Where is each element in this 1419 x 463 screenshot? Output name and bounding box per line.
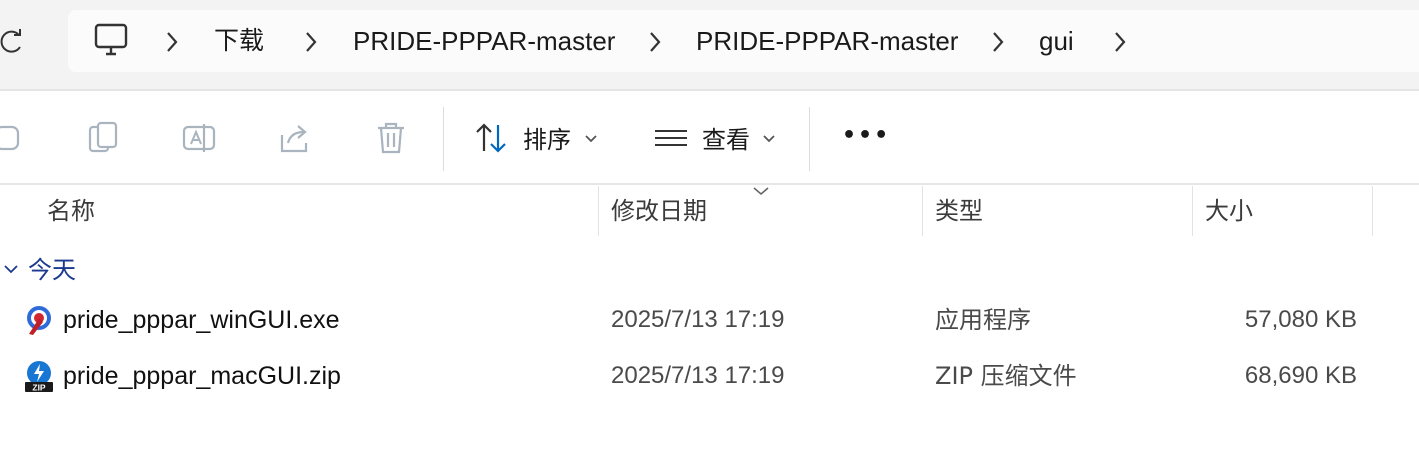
more-options-button[interactable]: ••• [842, 120, 890, 152]
sort-icon[interactable] [474, 121, 508, 155]
column-header-name[interactable]: 名称 [47, 194, 95, 228]
column-divider[interactable] [1372, 186, 1373, 236]
sort-indicator-icon [753, 187, 769, 196]
file-date: 2025/7/13 17:19 [611, 306, 785, 333]
breadcrumb-chevron-icon[interactable] [164, 31, 180, 53]
file-name[interactable]: pride_pppar_winGUI.exe [63, 302, 340, 338]
rename-icon[interactable] [182, 121, 216, 155]
column-header-type[interactable]: 类型 [935, 194, 983, 228]
toolbar-divider [0, 183, 1419, 185]
file-size: 57,080 KB [1244, 306, 1357, 333]
exe-app-icon [27, 306, 51, 335]
column-header-date[interactable]: 修改日期 [611, 194, 707, 228]
file-row[interactable]: ZIP pride_pppar_macGUI.zip 2025/7/13 17:… [0, 352, 1419, 406]
zip-archive-icon: ZIP [25, 361, 53, 393]
column-divider[interactable] [922, 186, 923, 236]
copy-icon[interactable] [86, 121, 120, 155]
breadcrumb-chevron-icon[interactable] [647, 31, 663, 53]
breadcrumb-chevron-icon[interactable] [303, 31, 319, 53]
sort-button-label[interactable]: 排序 [523, 124, 571, 156]
refresh-icon[interactable] [0, 27, 24, 55]
breadcrumb-downloads[interactable]: 下载 [214, 22, 264, 60]
toolbar-separator [443, 107, 444, 171]
svg-text:ZIP: ZIP [32, 383, 46, 393]
file-date: 2025/7/13 17:19 [611, 362, 785, 389]
file-name[interactable]: pride_pppar_macGUI.zip [63, 358, 341, 394]
view-button-label[interactable]: 查看 [702, 124, 750, 156]
view-dropdown-chevron-icon[interactable] [762, 134, 776, 144]
breadcrumb-chevron-icon[interactable] [990, 31, 1006, 53]
toolbar-separator [809, 107, 810, 171]
breadcrumb-gui[interactable]: gui [1039, 22, 1074, 60]
file-size: 68,690 KB [1244, 362, 1357, 389]
column-header-size[interactable]: 大小 [1205, 194, 1253, 228]
cut-icon[interactable] [0, 121, 24, 155]
file-row[interactable]: pride_pppar_winGUI.exe 2025/7/13 17:19 应… [0, 296, 1419, 350]
share-icon[interactable] [278, 121, 312, 155]
group-header-today[interactable]: 今天 [28, 253, 76, 287]
group-collapse-chevron-icon[interactable] [2, 263, 20, 275]
breadcrumb-pride-pppar-master-1[interactable]: PRIDE-PPPAR-master [353, 22, 615, 60]
file-type: ZIP 压缩文件 [935, 362, 1077, 390]
breadcrumb-pride-pppar-master-2[interactable]: PRIDE-PPPAR-master [696, 22, 958, 60]
breadcrumb-chevron-icon[interactable] [1112, 31, 1128, 53]
view-details-icon[interactable] [654, 121, 688, 155]
file-type: 应用程序 [935, 306, 1031, 334]
this-pc-icon[interactable] [94, 22, 128, 58]
sort-dropdown-chevron-icon[interactable] [584, 134, 598, 144]
column-divider[interactable] [1192, 186, 1193, 236]
delete-icon[interactable] [374, 121, 408, 155]
column-divider[interactable] [598, 186, 599, 236]
